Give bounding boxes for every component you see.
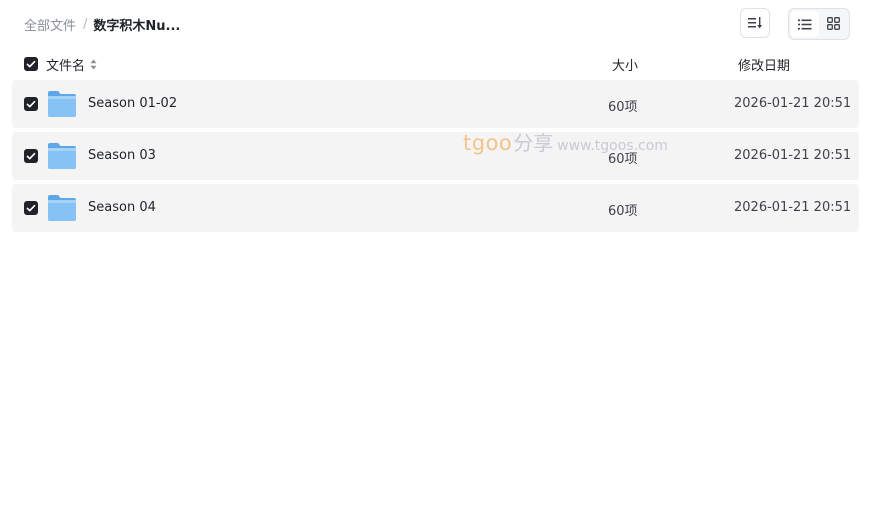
sort-toggle-icon [90, 59, 97, 70]
file-name[interactable]: Season 03 [88, 148, 156, 163]
file-modified-date: 2026-01-21 20:51 [734, 200, 852, 215]
folder-icon [47, 90, 77, 122]
file-size: 60项 [608, 100, 638, 115]
breadcrumb-current-folder: 数字积木Nu... [93, 18, 181, 34]
file-size: 60项 [608, 152, 638, 167]
grid-view-icon [826, 15, 840, 34]
file-modified-date: 2026-01-21 20:51 [734, 148, 852, 163]
breadcrumb-root-link[interactable]: 全部文件 [24, 15, 76, 34]
row-checkbox[interactable] [24, 201, 38, 215]
view-toggle [788, 8, 850, 40]
breadcrumb: 全部文件 / 数字积木Nu... [24, 14, 180, 34]
column-name-header[interactable]: 文件名 [46, 55, 97, 74]
file-row[interactable]: Season 01-02 60项 2026-01-21 20:51 [12, 80, 859, 128]
column-size-header[interactable]: 大小 [612, 55, 638, 74]
folder-icon [47, 194, 77, 226]
grid-view-button[interactable] [819, 11, 847, 37]
row-checkbox[interactable] [24, 149, 38, 163]
row-checkbox[interactable] [24, 97, 38, 111]
file-size: 60项 [608, 204, 638, 219]
select-all-checkbox[interactable] [24, 57, 38, 71]
file-name[interactable]: Season 04 [88, 200, 156, 215]
file-list-header: 文件名 大小 修改日期 [0, 52, 874, 76]
file-name[interactable]: Season 01-02 [88, 96, 177, 111]
file-row[interactable]: Season 04 60项 2026-01-21 20:51 [12, 184, 859, 232]
file-row[interactable]: Season 03 60项 2026-01-21 20:51 [12, 132, 859, 180]
sort-button[interactable] [740, 8, 770, 38]
folder-icon [47, 142, 77, 174]
breadcrumb-separator: / [83, 16, 88, 32]
column-name-label: 文件名 [46, 59, 86, 74]
column-date-header[interactable]: 修改日期 [738, 55, 790, 74]
sort-descending-icon [748, 14, 762, 33]
list-view-icon [798, 15, 812, 34]
list-view-button[interactable] [791, 11, 819, 37]
file-modified-date: 2026-01-21 20:51 [734, 96, 852, 111]
